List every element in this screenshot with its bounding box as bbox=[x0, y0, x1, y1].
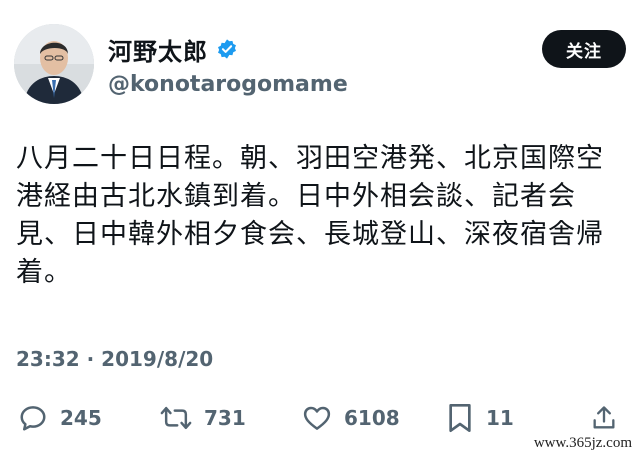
avatar[interactable] bbox=[14, 24, 94, 104]
tweet-timestamp[interactable]: 23:32 · 2019/8/20 bbox=[16, 347, 213, 371]
display-name[interactable]: 河野太郎 bbox=[108, 32, 208, 67]
user-handle[interactable]: @konotarogomame bbox=[108, 72, 348, 97]
tweet-text: 八月二十日日程。朝、羽田空港発、北京国際空港経由古北水鎮到着。日中外相会談、記者… bbox=[16, 143, 604, 288]
watermark: www.365jz.com bbox=[533, 435, 632, 452]
display-name-row: 河野太郎 bbox=[108, 32, 348, 66]
like-button[interactable]: 6108 bbox=[302, 396, 400, 440]
share-icon bbox=[593, 406, 615, 429]
reply-count: 245 bbox=[60, 406, 102, 430]
retweet-icon bbox=[160, 406, 192, 430]
bookmark-count: 11 bbox=[486, 406, 514, 430]
share-button[interactable] bbox=[590, 396, 618, 440]
heart-icon bbox=[303, 406, 331, 430]
bookmark-icon bbox=[449, 404, 471, 432]
like-count: 6108 bbox=[344, 406, 400, 430]
follow-button[interactable]: 关注 bbox=[542, 30, 626, 68]
tweet-card: 河野太郎 @konotarogomame 关注 八月二十日日程。朝、羽田空港発、… bbox=[0, 0, 640, 462]
retweet-count: 731 bbox=[204, 406, 246, 430]
action-bar: 245 731 6108 11 bbox=[0, 396, 640, 440]
retweet-button[interactable]: 731 bbox=[160, 396, 246, 440]
tweet-header: 河野太郎 @konotarogomame 关注 bbox=[14, 24, 626, 108]
reply-icon bbox=[20, 406, 46, 431]
avatar-image bbox=[14, 24, 94, 104]
verified-badge-icon bbox=[216, 38, 238, 60]
reply-button[interactable]: 245 bbox=[18, 396, 102, 440]
bookmark-button[interactable]: 11 bbox=[446, 396, 514, 440]
name-block: 河野太郎 @konotarogomame bbox=[108, 32, 348, 98]
